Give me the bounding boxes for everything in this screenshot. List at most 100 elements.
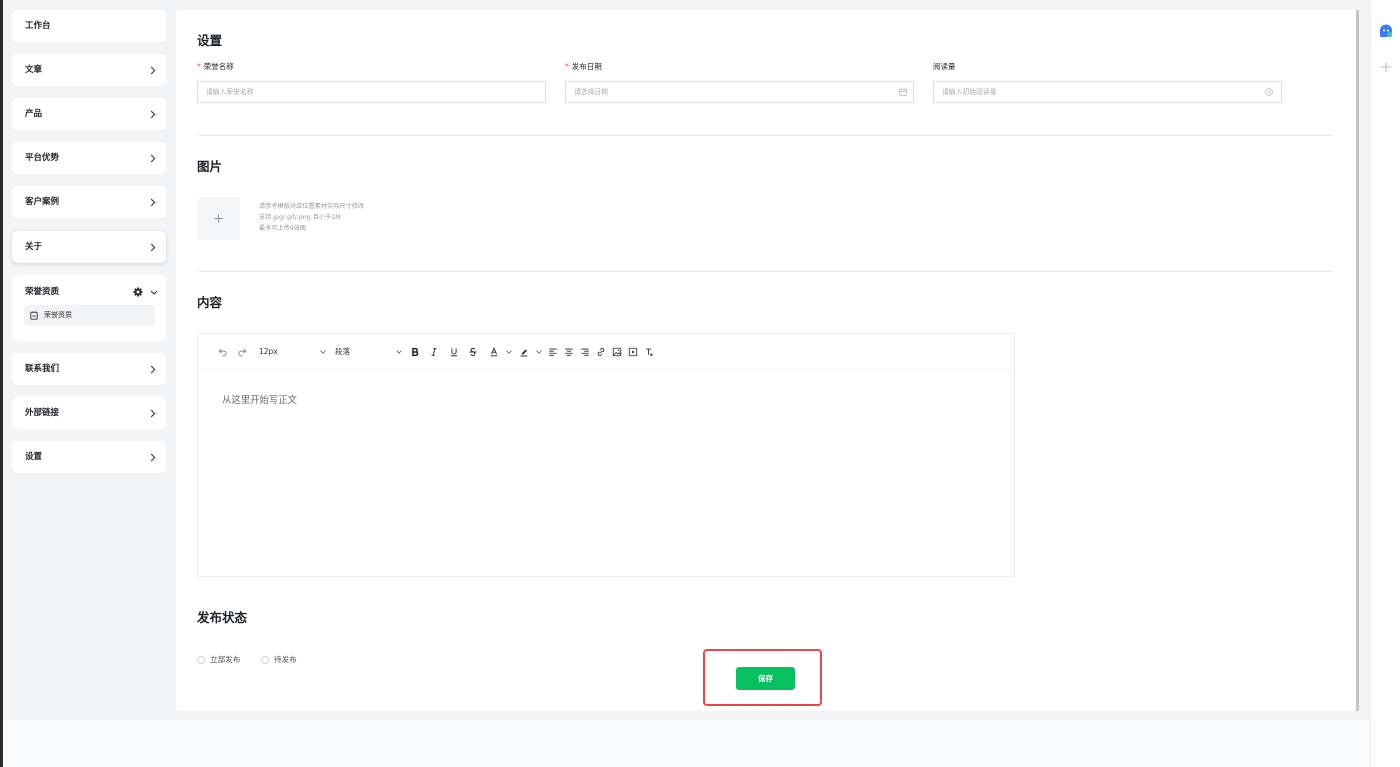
field-label-text: 阅读量 — [933, 62, 956, 71]
upload-hint: 请参考模版对应位置素材实际尺寸修改 — [259, 203, 365, 210]
side-toolbar — [1370, 0, 1400, 767]
chevron-down-icon[interactable] — [320, 350, 326, 354]
sidebar-nav: 工作台 文章 产品 平台优势 客户案例 关于 荣誉资质 荣誉资质 联系我们 外部… — [12, 10, 166, 480]
chevron-right-icon — [150, 453, 156, 462]
radio-circle[interactable] — [261, 656, 269, 664]
align-right-icon[interactable] — [580, 347, 590, 357]
plus-icon — [1381, 62, 1391, 72]
field-label: * 荣誉名称 — [197, 61, 234, 73]
sidebar-item-platform-advantages[interactable]: 平台优势 — [12, 142, 166, 174]
section-title-images: 图片 — [197, 159, 223, 174]
assistant-bot-icon — [1380, 24, 1393, 38]
chevron-right-icon — [150, 198, 156, 207]
image-icon[interactable] — [612, 347, 622, 357]
sidebar-item-label: 文章 — [25, 65, 43, 75]
link-icon[interactable] — [596, 347, 606, 357]
sidebar-item-workbench[interactable]: 工作台 — [12, 10, 166, 42]
sidebar-item-label: 荣誉资质 — [25, 287, 60, 297]
undo-icon[interactable] — [218, 347, 228, 357]
sidebar-item-label: 联系我们 — [25, 364, 60, 374]
upload-hint: 支持.jpg/.gif/.png 且小于1M — [259, 214, 341, 221]
sidebar-item-customer-cases[interactable]: 客户案例 — [12, 186, 166, 218]
chevron-down-icon[interactable] — [536, 350, 542, 354]
strikethrough-icon[interactable] — [468, 347, 478, 357]
badge-icon — [30, 311, 38, 320]
sidebar-item-label: 外部链接 — [25, 408, 60, 418]
honor-name-input[interactable] — [197, 81, 546, 103]
chevron-right-icon — [150, 154, 156, 163]
sidebar-item-products[interactable]: 产品 — [12, 98, 166, 130]
app-window: 工作台 文章 产品 平台优势 客户案例 关于 荣誉资质 荣誉资质 联系我们 外部… — [0, 0, 1400, 767]
sidebar-item-label: 产品 — [25, 109, 43, 119]
field-label-text: 发布日期 — [571, 62, 602, 71]
publish-now-radio[interactable]: 立部发布 — [197, 655, 240, 665]
video-icon[interactable] — [628, 347, 638, 357]
upload-hints: 请参考模版对应位置素材实际尺寸修改 支持.jpg/.gif/.png 且小于1M… — [259, 201, 364, 234]
calendar-icon[interactable] — [899, 88, 907, 96]
section-title-publish-status: 发布状态 — [197, 610, 248, 625]
sidebar-item-label: 客户案例 — [25, 197, 60, 207]
chevron-down-icon[interactable] — [506, 350, 512, 354]
main-panel: 设置 *荣誉名称 *发布日期 阅读量 图片 请参考 — [176, 10, 1356, 711]
gear-icon[interactable] — [133, 287, 143, 297]
sidebar-subitem-honors[interactable]: 荣誉资质 — [24, 305, 155, 326]
align-left-icon[interactable] — [548, 347, 558, 357]
sidebar-item-label: 关于 — [25, 242, 43, 252]
bold-icon[interactable] — [410, 347, 420, 357]
sidebar-item-external-links[interactable]: 外部链接 — [12, 397, 166, 429]
underline-icon[interactable] — [449, 347, 459, 357]
chevron-right-icon — [150, 365, 156, 374]
sidebar-subitem-label: 荣誉资质 — [44, 311, 72, 319]
sidebar-item-label: 设置 — [25, 452, 43, 462]
sidebar-item-contact[interactable]: 联系我们 — [12, 353, 166, 385]
chevron-down-icon — [150, 290, 158, 295]
chevron-right-icon — [150, 66, 156, 75]
field-publish-date: * 发布日期 — [565, 61, 914, 103]
read-count-input[interactable] — [933, 81, 1282, 103]
sidebar-item-settings[interactable]: 设置 — [12, 441, 166, 473]
sidebar-item-honors[interactable]: 荣誉资质 荣誉资质 — [12, 275, 166, 341]
image-upload-button[interactable] — [197, 197, 240, 240]
chevron-right-icon — [150, 243, 156, 252]
block-format-select[interactable]: 段落 — [335, 346, 350, 358]
font-color-icon[interactable] — [489, 347, 499, 357]
sidebar-item-label: 工作台 — [25, 21, 51, 31]
section-title-content: 内容 — [197, 295, 223, 310]
add-button[interactable] — [1378, 59, 1394, 75]
align-center-icon[interactable] — [564, 347, 574, 357]
radio-label: 立部发布 — [210, 655, 241, 664]
publish-date-input[interactable] — [565, 81, 914, 103]
chevron-down-icon[interactable] — [396, 350, 402, 354]
assistant-button[interactable] — [1378, 23, 1394, 39]
section-divider — [197, 271, 1333, 272]
save-button[interactable]: 保存 — [736, 667, 795, 690]
field-label-text: 荣誉名称 — [203, 62, 234, 71]
upload-hint: 最多可上传9张图 — [259, 225, 307, 232]
main-scrollbar[interactable] — [1356, 10, 1359, 711]
sidebar-item-label: 平台优势 — [25, 153, 60, 163]
clock-icon[interactable] — [1265, 88, 1273, 96]
chevron-right-icon — [150, 110, 156, 119]
field-honor-name: * 荣誉名称 — [197, 61, 546, 103]
sidebar-item-about[interactable]: 关于 — [12, 231, 166, 263]
font-size-select[interactable]: 12px — [259, 346, 278, 358]
field-read-count: 阅读量 — [933, 61, 1282, 103]
section-divider — [197, 135, 1333, 136]
radio-label: 待发布 — [274, 655, 297, 664]
chevron-right-icon — [150, 409, 156, 418]
radio-circle[interactable] — [197, 656, 205, 664]
sidebar-item-articles[interactable]: 文章 — [12, 54, 166, 86]
required-mark: * — [565, 62, 569, 71]
rich-text-editor: 12px 段落 从这里开始写正文 — [197, 333, 1015, 577]
redo-icon[interactable] — [237, 347, 247, 357]
editor-body-placeholder[interactable]: 从这里开始写正文 — [222, 394, 297, 407]
required-mark: * — [197, 62, 201, 71]
plus-icon — [214, 214, 223, 223]
highlight-icon[interactable] — [519, 347, 529, 357]
clear-format-icon[interactable] — [644, 347, 654, 357]
editor-toolbar: 12px 段落 — [198, 334, 1014, 370]
pending-publish-radio[interactable]: 待发布 — [261, 655, 297, 665]
italic-icon[interactable] — [429, 347, 439, 357]
field-label: 阅读量 — [933, 61, 956, 73]
section-title-settings: 设置 — [197, 33, 223, 48]
